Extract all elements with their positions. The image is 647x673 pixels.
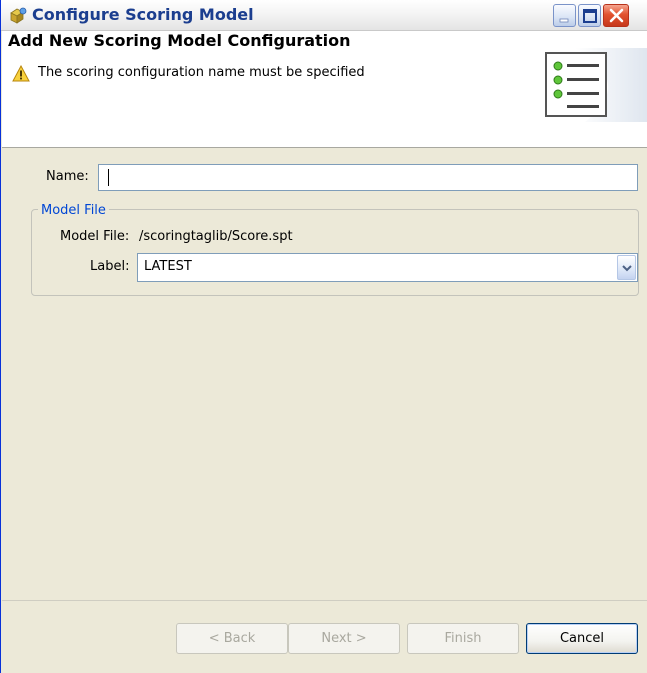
dropdown-arrow-button[interactable] — [617, 255, 636, 280]
label-dropdown[interactable]: LATEST — [137, 253, 638, 282]
label-field-label: Label: — [90, 259, 130, 274]
page-title: Add New Scoring Model Configuration — [8, 31, 351, 50]
text-cursor — [108, 169, 109, 186]
back-button[interactable]: < Back — [176, 623, 288, 654]
dialog-window: Configure Scoring Model Add New Scoring … — [0, 0, 647, 673]
window-title: Configure Scoring Model — [32, 5, 254, 24]
validation-message: The scoring configuration name must be s… — [38, 65, 365, 80]
maximize-button[interactable] — [578, 4, 601, 27]
cancel-button[interactable]: Cancel — [526, 623, 638, 654]
app-icon — [10, 7, 27, 24]
model-file-value: /scoringtaglib/Score.spt — [139, 229, 293, 244]
close-icon — [609, 8, 624, 23]
close-button[interactable] — [603, 4, 629, 27]
minimize-button[interactable] — [553, 4, 576, 27]
model-file-group-title: Model File — [38, 203, 109, 218]
name-input[interactable] — [98, 164, 638, 191]
maximize-icon — [583, 9, 597, 23]
next-button[interactable]: Next > — [288, 623, 400, 654]
label-dropdown-value: LATEST — [144, 259, 192, 274]
warning-icon — [12, 65, 30, 82]
name-label: Name: — [46, 169, 89, 184]
title-bar[interactable]: Configure Scoring Model — [1, 0, 647, 31]
list-checklist-icon — [545, 48, 647, 122]
chevron-down-icon — [622, 265, 632, 272]
model-file-label: Model File: — [60, 229, 130, 244]
minimize-icon — [559, 18, 569, 23]
finish-button[interactable]: Finish — [407, 623, 519, 654]
